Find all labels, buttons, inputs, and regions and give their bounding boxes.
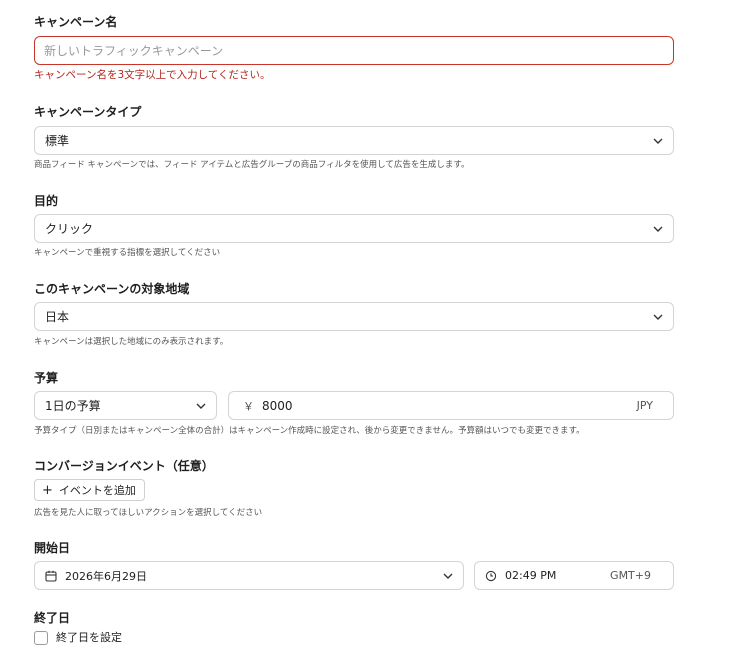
campaign-type-select[interactable]: 標準 [34,126,674,155]
target-region-value: 日本 [45,310,70,324]
objective-value: クリック [45,222,94,236]
chevron-down-icon [653,138,663,144]
timezone-value: GMT+9 [610,569,651,582]
objective-help: キャンペーンで重視する指標を選択してください [34,248,221,258]
currency-code: JPY [636,399,653,412]
end-date-checkbox[interactable] [34,631,48,645]
start-date-select[interactable]: 2026年6月29日 [34,561,464,590]
budget-label: 予算 [34,371,59,385]
objective-label: 目的 [34,194,59,208]
currency-symbol: ￥ [243,399,254,413]
campaign-name-field [34,36,674,65]
target-region-help: キャンペーンは選択した地域にのみ表示されます。 [34,337,229,347]
campaign-type-help: 商品フィード キャンペーンでは、フィード アイテムと広告グループの商品フィルタを… [34,160,470,170]
start-date-value: 2026年6月29日 [65,569,147,583]
end-date-label: 終了日 [34,611,71,625]
campaign-type-label: キャンペーンタイプ [34,105,142,119]
end-date-checkbox-label[interactable]: 終了日を設定 [56,631,122,645]
budget-type-value: 1日の予算 [45,399,101,413]
start-time-field[interactable]: 02:49 PM GMT+9 [474,561,674,590]
add-event-button[interactable]: + イベントを追加 [34,479,145,501]
start-time-value: 02:49 PM [505,569,557,582]
budget-amount-value: 8000 [262,398,293,413]
chevron-down-icon [653,314,663,320]
target-region-select[interactable]: 日本 [34,302,674,331]
plus-icon: + [42,482,53,498]
budget-type-select[interactable]: 1日の予算 [34,391,217,420]
campaign-name-input[interactable] [35,43,673,58]
objective-select[interactable]: クリック [34,214,674,243]
campaign-type-value: 標準 [45,134,70,148]
add-event-button-label: イベントを追加 [58,484,136,497]
campaign-name-error: キャンペーン名を3文字以上で入力してください。 [34,69,271,81]
campaign-name-label: キャンペーン名 [34,15,118,29]
clock-icon [485,570,497,581]
conversion-event-help: 広告を見た人に取ってほしいアクションを選択してください [34,508,263,518]
calendar-icon [45,570,57,582]
budget-amount-field[interactable]: ￥ 8000 JPY [228,391,674,420]
chevron-down-icon [653,226,663,232]
target-region-label: このキャンペーンの対象地域 [34,282,190,296]
conversion-event-label: コンバージョンイベント（任意） [34,459,214,473]
chevron-down-icon [196,403,206,409]
chevron-down-icon [443,573,453,579]
budget-help: 予算タイプ（日別またはキャンペーン全体の合計）はキャンペーン作成時に設定され、後… [34,426,585,436]
start-date-label: 開始日 [34,541,71,555]
